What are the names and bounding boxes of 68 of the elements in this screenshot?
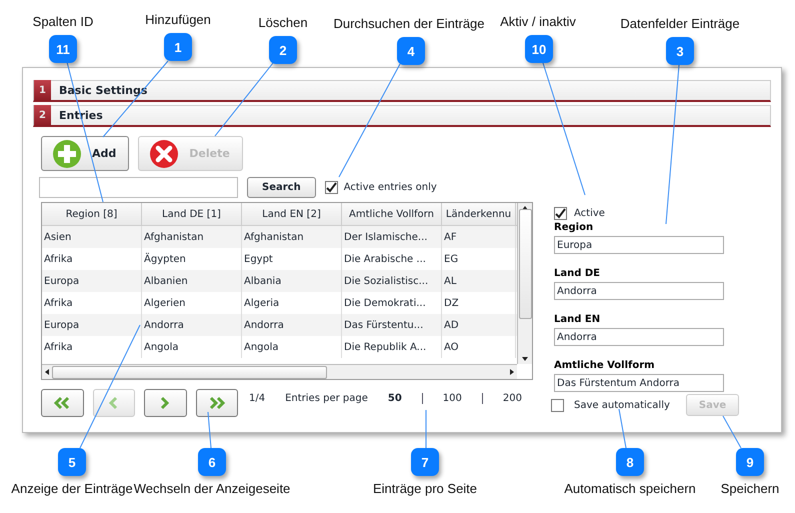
checkbox-label: Save automatically xyxy=(574,400,670,410)
leader-line xyxy=(208,412,212,448)
callout-badge: 10 xyxy=(525,35,553,63)
callout-badge: 1 xyxy=(164,33,192,61)
table-cell: Angola xyxy=(242,336,342,358)
add-button[interactable]: Add xyxy=(41,136,130,171)
leader-line xyxy=(722,416,742,448)
checkbox-label: Active xyxy=(574,208,605,219)
table-cell: Afrika xyxy=(42,336,142,358)
page-indicator: 1/4 xyxy=(249,393,266,404)
page-button[interactable] xyxy=(196,389,238,417)
section-number: 2 xyxy=(34,105,51,126)
callout-badge: 9 xyxy=(736,448,764,476)
callout-label: Spalten ID xyxy=(32,14,94,29)
field-label: Land EN xyxy=(554,314,602,325)
column-header[interactable]: Länderkennu xyxy=(442,203,516,225)
per-page-option[interactable]: 200 xyxy=(490,393,534,404)
callout-label: Hinzufügen xyxy=(145,12,211,27)
callout-badge: 7 xyxy=(411,448,439,476)
callout-label: Wechseln der Anzeigeseite xyxy=(134,481,290,496)
input-field[interactable]: Das Fürstentum Andorra xyxy=(554,374,724,392)
search-field[interactable] xyxy=(39,177,238,198)
leader-line xyxy=(618,408,626,448)
double-chevron-left-icon xyxy=(53,396,72,410)
column-header[interactable]: Land DE [1] xyxy=(142,203,242,225)
page-button[interactable] xyxy=(144,389,186,417)
field-label: Region xyxy=(554,222,594,233)
callout-label: Speichern xyxy=(720,481,780,496)
table-cell: Angola xyxy=(142,336,242,358)
search-button[interactable]: Search xyxy=(247,177,316,198)
vertical-scrollbar[interactable] xyxy=(517,203,532,364)
input-field[interactable]: Andorra xyxy=(554,328,724,346)
callout-label: Datenfelder Einträge xyxy=(620,16,740,31)
checkbox[interactable] xyxy=(551,398,564,412)
input-field[interactable]: Andorra xyxy=(554,282,724,300)
horizontal-scrollbar[interactable] xyxy=(42,364,517,379)
callout-label: Löschen xyxy=(258,15,308,30)
field-label: Amtliche Vollform xyxy=(554,360,656,371)
checkbox-label: Active entries only xyxy=(344,182,437,193)
checkbox[interactable] xyxy=(554,207,567,220)
callout-label: Automatisch speichern xyxy=(564,481,696,496)
checkbox[interactable] xyxy=(324,181,338,194)
per-page-option[interactable]: 100 xyxy=(430,393,474,404)
table-cell: AO xyxy=(442,336,516,358)
plus-icon xyxy=(52,138,82,168)
callout-label: Anzeige der Einträge xyxy=(11,481,133,496)
callout-label: Aktiv / inaktiv xyxy=(500,14,576,29)
table-cell: Die Republik A... xyxy=(342,336,442,358)
close-icon xyxy=(149,138,180,168)
callout-badge: 2 xyxy=(269,36,297,64)
column-header[interactable]: Amtliche Vollforn xyxy=(342,203,442,225)
page-button[interactable] xyxy=(41,389,84,417)
callout-badge: 5 xyxy=(58,448,86,476)
input-field[interactable]: Europa xyxy=(554,236,724,254)
per-page-label: Entries per page xyxy=(285,393,368,404)
column-header[interactable]: Region [8] xyxy=(42,203,142,225)
field-label: Land DE xyxy=(554,268,602,279)
callout-badge: 6 xyxy=(198,448,226,476)
double-chevron-right-icon xyxy=(208,396,226,410)
per-page-option[interactable]: 50 xyxy=(376,393,414,404)
callout-badge: 8 xyxy=(616,448,644,476)
section-number: 1 xyxy=(34,80,51,101)
callout-badge: 3 xyxy=(666,37,694,65)
column-header[interactable]: Land EN [2] xyxy=(242,203,342,225)
callout-label: Durchsuchen der Einträge xyxy=(333,16,485,31)
callout-label: Einträge pro Seite xyxy=(372,481,478,496)
callout-badge: 11 xyxy=(49,35,77,63)
callout-badge: 4 xyxy=(397,37,425,65)
